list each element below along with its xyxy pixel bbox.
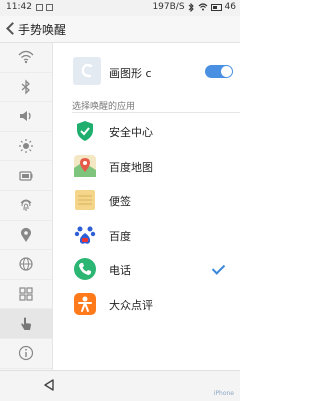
status-indicators: 197B/S 46 [152, 2, 236, 12]
status-bar: 11:42 197B/S 46 [0, 0, 240, 16]
bluetooth-icon [21, 79, 30, 95]
section-label: 选择唤醒的应用 [72, 102, 136, 112]
app-list: 安全中心 百度地图 便签 百度 电话 大众点评 [53, 114, 240, 322]
wifi-icon [18, 51, 34, 64]
info-icon [18, 346, 34, 361]
brightness-icon [19, 139, 33, 154]
app-item-baidu[interactable]: 百度 [53, 218, 240, 253]
app-name: 安全中心 [109, 126, 153, 139]
app-item-dianping[interactable]: 大众点评 [53, 287, 240, 322]
sidebar-item-language[interactable] [0, 250, 52, 280]
settings-sidebar [0, 43, 53, 370]
volume-icon [20, 111, 31, 122]
apps-grid-icon [19, 287, 33, 301]
notification-icon [36, 4, 43, 11]
map-icon [74, 154, 96, 177]
baidu-paw-icon [74, 226, 96, 244]
gesture-c-icon [81, 63, 93, 78]
app-name: 便签 [109, 195, 131, 209]
sidebar-item-display[interactable] [0, 132, 52, 162]
app-name: 大众点评 [109, 298, 153, 312]
bluetooth-status-icon [188, 2, 194, 12]
notes-icon [75, 190, 95, 211]
gesture-settings-panel: 画图形 c 选择唤醒的应用 安全中心 百度地图 便签 百度 电话 大众点评 [53, 43, 240, 370]
dianping-icon [74, 292, 96, 315]
selected-checkmark-icon [211, 261, 226, 276]
nav-back-icon[interactable] [42, 378, 56, 392]
gesture-label: 画图形 c [109, 67, 152, 80]
gesture-c-thumbnail [73, 57, 101, 85]
status-time: 11:42 [6, 2, 32, 12]
sidebar-item-wifi[interactable] [0, 43, 52, 73]
app-name: 百度地图 [109, 160, 153, 174]
sidebar-item-gesture[interactable] [0, 309, 52, 339]
sidebar-item-apps[interactable] [0, 280, 52, 310]
gesture-toggle[interactable] [205, 65, 233, 78]
battery-icon [19, 171, 33, 181]
app-item-security[interactable]: 安全中心 [53, 114, 240, 149]
gesture-row[interactable]: 画图形 c [53, 57, 240, 91]
app-item-baidu-map[interactable]: 百度地图 [53, 149, 240, 184]
location-icon [21, 227, 31, 242]
back-chevron-icon[interactable] [6, 22, 19, 35]
sidebar-item-location[interactable] [0, 221, 52, 251]
watermark-logo: iPhone [213, 390, 234, 397]
notification-icon [46, 4, 53, 11]
sidebar-item-battery[interactable] [0, 161, 52, 191]
network-speed: 197B/S [152, 2, 185, 12]
phone-icon [74, 258, 96, 281]
sidebar-item-sound[interactable] [0, 102, 52, 132]
sidebar-item-about[interactable] [0, 339, 52, 369]
app-item-notes[interactable]: 便签 [53, 183, 240, 218]
globe-icon [19, 257, 33, 272]
app-item-phone[interactable]: 电话 [53, 252, 240, 287]
battery-status-icon [210, 3, 222, 11]
security-shield-icon [77, 121, 93, 141]
wifi-status-icon [198, 3, 207, 11]
gesture-hand-icon [21, 317, 31, 330]
battery-percent: 46 [224, 2, 236, 12]
fingerprint-icon [20, 199, 32, 212]
title-bar: 手势唤醒 [0, 16, 240, 43]
section-divider [72, 112, 240, 113]
toggle-knob [221, 66, 232, 77]
page-title: 手势唤醒 [18, 23, 67, 37]
app-name: 电话 [109, 264, 131, 278]
app-name: 百度 [109, 229, 131, 243]
sidebar-item-fingerprint[interactable] [0, 191, 52, 221]
sidebar-item-bluetooth[interactable] [0, 73, 52, 103]
navigation-bar: iPhone [0, 370, 240, 401]
